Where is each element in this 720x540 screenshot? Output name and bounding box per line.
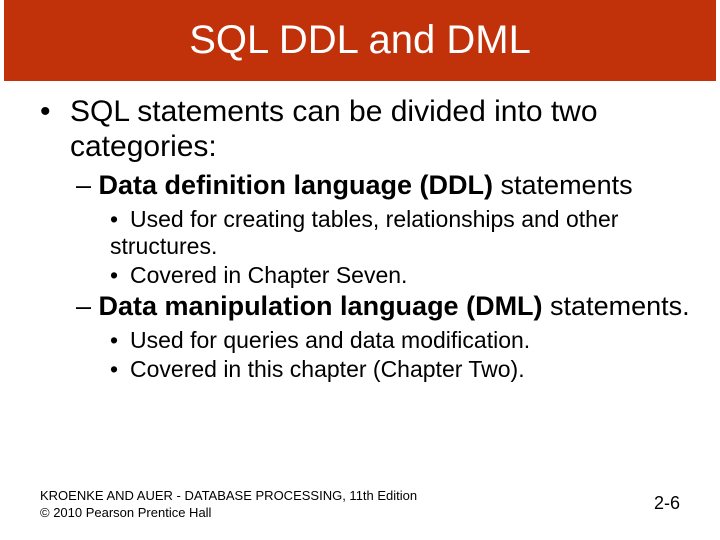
- dash-icon: –: [76, 170, 99, 200]
- ddl-label-rest: statements: [493, 170, 633, 200]
- bullet-icon: •: [110, 262, 130, 289]
- ddl-sub-0: •Used for creating tables, relationships…: [110, 206, 690, 260]
- subitem-dml: – Data manipulation language (DML) state…: [76, 291, 690, 323]
- dml-label-bold: Data manipulation language (DML): [99, 291, 543, 321]
- page-number: 2-6: [654, 493, 680, 514]
- ddl-sub-0-text: Used for creating tables, relationships …: [110, 206, 618, 259]
- bullet-icon: •: [110, 206, 130, 233]
- dml-sub-0-text: Used for queries and data modification.: [130, 327, 530, 353]
- bullet-icon: •: [40, 95, 70, 164]
- bullet-icon: •: [110, 356, 130, 383]
- footer-line-2: © 2010 Pearson Prentice Hall: [40, 505, 417, 522]
- dml-sub-1: •Covered in this chapter (Chapter Two).: [110, 356, 690, 383]
- footer: KROENKE AND AUER - DATABASE PROCESSING, …: [40, 488, 417, 522]
- ddl-label-bold: Data definition language (DDL): [99, 170, 494, 200]
- dml-sub-0: •Used for queries and data modification.: [110, 327, 690, 354]
- dml-label-rest: statements.: [543, 291, 690, 321]
- ddl-sub-1: •Covered in Chapter Seven.: [110, 262, 690, 289]
- dash-icon: –: [76, 291, 99, 321]
- intro-text: SQL statements can be divided into two c…: [70, 95, 690, 164]
- ddl-sub-1-text: Covered in Chapter Seven.: [130, 262, 407, 288]
- subitem-ddl: – Data definition language (DDL) stateme…: [76, 170, 690, 202]
- slide-title: SQL DDL and DML: [4, 0, 716, 81]
- slide: SQL DDL and DML • SQL statements can be …: [0, 0, 720, 540]
- intro-bullet: • SQL statements can be divided into two…: [40, 95, 690, 164]
- footer-line-1: KROENKE AND AUER - DATABASE PROCESSING, …: [40, 488, 417, 505]
- dml-sub-1-text: Covered in this chapter (Chapter Two).: [130, 356, 525, 382]
- slide-body: • SQL statements can be divided into two…: [0, 81, 720, 383]
- bullet-icon: •: [110, 327, 130, 354]
